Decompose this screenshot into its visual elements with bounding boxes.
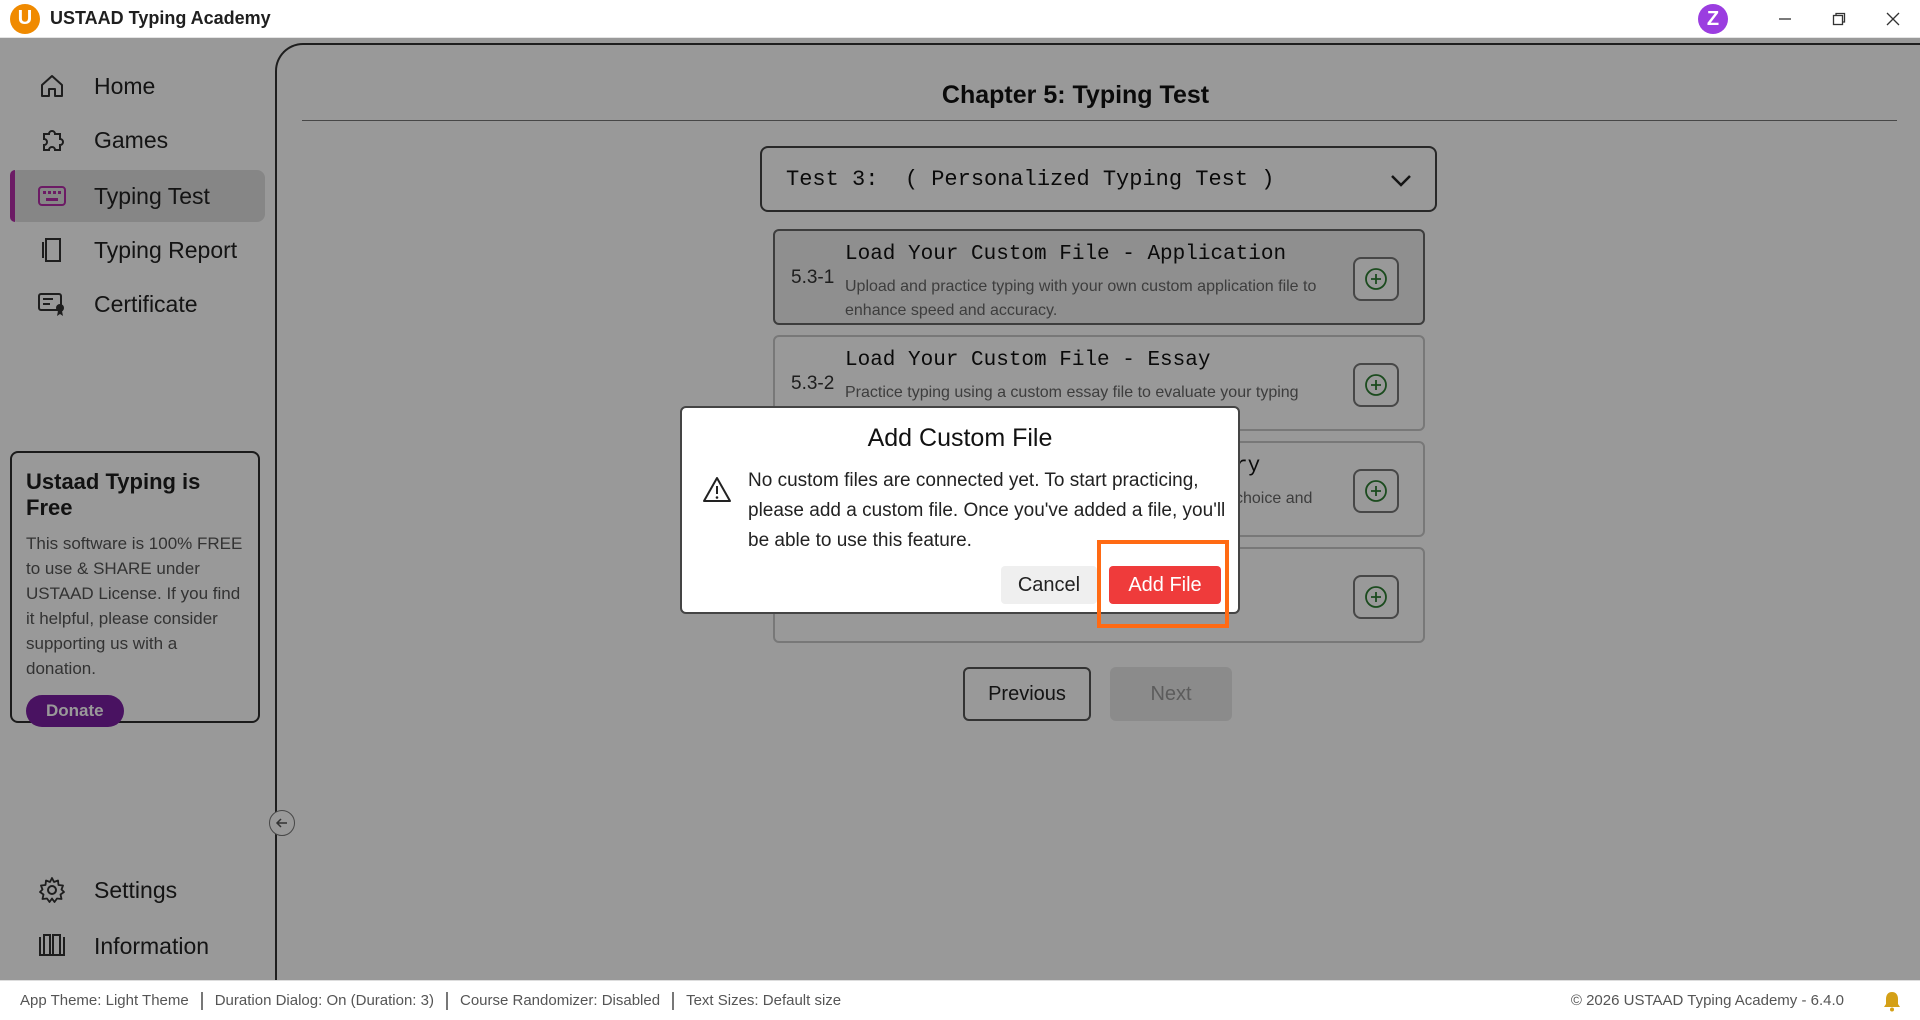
dialog-title: Add Custom File (867, 424, 1053, 452)
minimize-button[interactable] (1758, 0, 1812, 38)
close-icon (1886, 12, 1900, 26)
cancel-button[interactable]: Cancel (1001, 566, 1097, 604)
status-bar: App Theme: Light Theme Duration Dialog: … (0, 980, 1920, 1020)
warning-icon (703, 477, 731, 502)
app-logo-letter: U (17, 7, 33, 29)
status-course-randomizer: Course Randomizer: Disabled (448, 991, 675, 1010)
app-title: USTAAD Typing Academy (50, 8, 271, 28)
bell-icon[interactable] (1882, 990, 1902, 1012)
status-theme: App Theme: Light Theme (20, 991, 203, 1010)
status-right: © 2026 USTAAD Typing Academy - 6.4.0 (1571, 990, 1902, 1012)
status-items: App Theme: Light Theme Duration Dialog: … (20, 991, 853, 1010)
restore-button[interactable] (1812, 0, 1866, 38)
avatar-letter: Z (1706, 7, 1720, 30)
title-bar-controls: Z (1698, 0, 1920, 38)
add-file-highlight (1097, 540, 1229, 628)
status-text-sizes: Text Sizes: Default size (686, 991, 842, 1009)
status-duration-dialog: Duration Dialog: On (Duration: 3) (203, 991, 448, 1010)
close-button[interactable] (1866, 0, 1920, 38)
avatar[interactable]: Z (1698, 4, 1728, 34)
copyright-text: © 2026 USTAAD Typing Academy - 6.4.0 (1570, 992, 1844, 1009)
minimize-icon (1779, 18, 1791, 20)
restore-icon (1832, 12, 1846, 26)
app-logo: U (10, 3, 40, 34)
title-bar: U USTAAD Typing Academy Z (0, 0, 1920, 38)
